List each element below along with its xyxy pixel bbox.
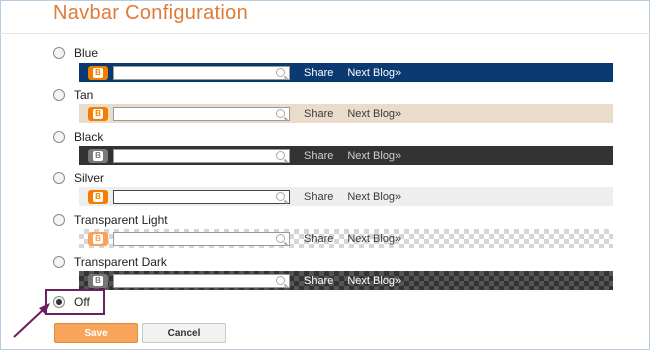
option-transparent-light-label: Transparent Light bbox=[74, 213, 168, 227]
preview-next-blog-link: Next Blog» bbox=[347, 149, 402, 162]
option-tan[interactable]: Tan bbox=[53, 87, 93, 103]
option-tan-label: Tan bbox=[74, 88, 94, 102]
blogger-logo-icon: B bbox=[88, 106, 108, 121]
blogger-logo-icon: B bbox=[88, 231, 108, 246]
search-icon bbox=[276, 150, 285, 160]
preview-search-input bbox=[113, 65, 290, 80]
preview-search-input bbox=[113, 231, 290, 246]
preview-share-link: Share bbox=[304, 190, 334, 203]
preview-share-link: Share bbox=[304, 232, 334, 245]
navbar-preview-tan: B Share Next Blog» bbox=[79, 104, 613, 123]
navbar-preview-black: B Share Next Blog» bbox=[79, 146, 613, 165]
radio-tan[interactable] bbox=[53, 89, 65, 101]
radio-transparent-dark[interactable] bbox=[53, 256, 65, 268]
navbar-preview-silver: B Share Next Blog» bbox=[79, 187, 613, 206]
preview-search-input bbox=[113, 189, 290, 204]
preview-next-blog-link: Next Blog» bbox=[347, 107, 402, 120]
preview-search-input bbox=[113, 106, 290, 121]
search-icon bbox=[276, 275, 285, 285]
preview-share-link: Share bbox=[304, 107, 334, 120]
radio-black[interactable] bbox=[53, 131, 65, 143]
preview-next-blog-link: Next Blog» bbox=[347, 66, 402, 79]
preview-next-blog-link: Next Blog» bbox=[347, 232, 402, 245]
option-transparent-light[interactable]: Transparent Light bbox=[53, 212, 168, 228]
save-button[interactable]: Save bbox=[54, 323, 138, 343]
option-blue[interactable]: Blue bbox=[53, 45, 98, 61]
blogger-logo-icon: B bbox=[88, 148, 108, 163]
search-icon bbox=[276, 233, 285, 243]
cancel-button[interactable]: Cancel bbox=[142, 323, 226, 343]
preview-search-input bbox=[113, 273, 290, 288]
navbar-preview-transparent-dark: B Share Next Blog» bbox=[79, 271, 613, 290]
radio-transparent-light[interactable] bbox=[53, 214, 65, 226]
radio-blue[interactable] bbox=[53, 47, 65, 59]
blogger-logo-icon: B bbox=[88, 273, 108, 288]
option-blue-label: Blue bbox=[74, 46, 99, 60]
option-silver[interactable]: Silver bbox=[53, 170, 104, 186]
preview-share-link: Share bbox=[304, 274, 334, 287]
blogger-logo-icon: B bbox=[88, 65, 108, 80]
radio-silver[interactable] bbox=[53, 172, 65, 184]
page-title: Navbar Configuration bbox=[53, 2, 248, 24]
search-icon bbox=[276, 191, 285, 201]
preview-next-blog-link: Next Blog» bbox=[347, 190, 402, 203]
search-icon bbox=[276, 67, 285, 77]
navbar-preview-transparent-light: B Share Next Blog» bbox=[79, 229, 613, 248]
title-divider bbox=[0, 33, 650, 34]
preview-share-link: Share bbox=[304, 66, 334, 79]
preview-search-input bbox=[113, 148, 290, 163]
navbar-preview-blue: B Share Next Blog» bbox=[79, 63, 613, 82]
preview-next-blog-link: Next Blog» bbox=[347, 274, 402, 287]
search-icon bbox=[276, 108, 285, 118]
option-transparent-dark[interactable]: Transparent Dark bbox=[53, 254, 167, 270]
option-black[interactable]: Black bbox=[53, 129, 103, 145]
option-silver-label: Silver bbox=[74, 171, 105, 185]
off-highlight-box bbox=[45, 289, 105, 315]
pointer-arrow-icon bbox=[13, 303, 50, 338]
option-black-label: Black bbox=[74, 130, 104, 144]
option-transparent-dark-label: Transparent Dark bbox=[74, 255, 167, 269]
preview-share-link: Share bbox=[304, 149, 334, 162]
blogger-logo-icon: B bbox=[88, 189, 108, 204]
